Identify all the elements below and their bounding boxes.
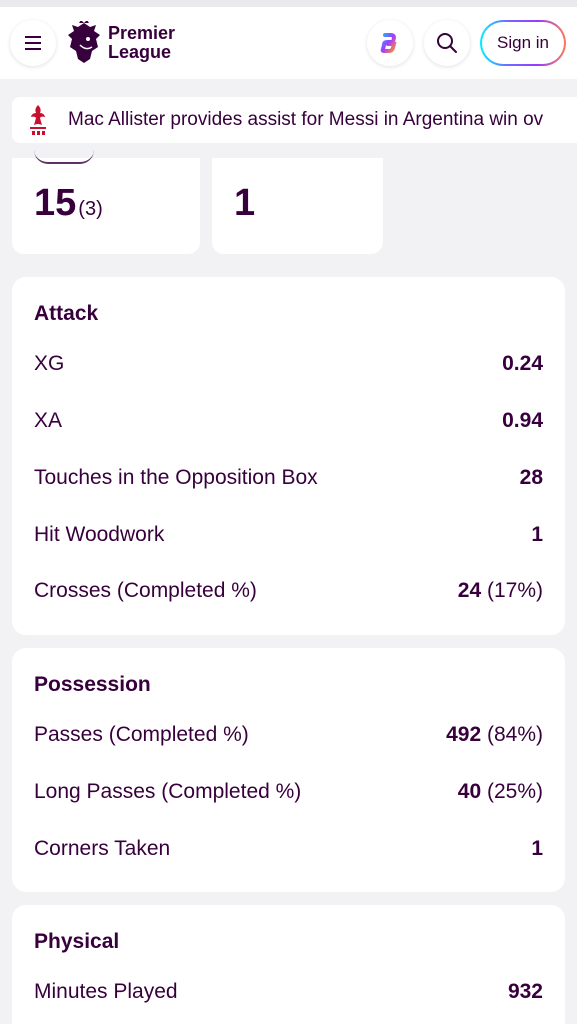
stat-row: Minutes Played 932 bbox=[34, 980, 543, 1004]
stat-label: XG bbox=[34, 352, 65, 375]
stat-row-value: 0.24 bbox=[502, 352, 543, 375]
site-header: Premier League Sign in bbox=[0, 7, 577, 79]
logo-line-2: League bbox=[108, 42, 172, 62]
stat-number: 15 bbox=[34, 182, 77, 224]
logo-text: Premier League bbox=[108, 24, 175, 62]
stat-cards-row: 15 (3) 1 bbox=[12, 158, 577, 254]
copilot-icon bbox=[380, 33, 397, 53]
stat-row-value: 40 (25%) bbox=[457, 780, 543, 803]
stat-label: Corners Taken bbox=[34, 837, 171, 860]
stat-card: 1 bbox=[212, 158, 383, 254]
stat-row: Passes (Completed %) 492 (84%) bbox=[34, 723, 543, 747]
section-title: Attack bbox=[34, 302, 99, 325]
stat-label: Touches in the Opposition Box bbox=[34, 466, 318, 489]
stat-row-value: 24 (17%) bbox=[457, 579, 543, 602]
section-title: Possession bbox=[34, 673, 151, 696]
search-icon bbox=[437, 33, 457, 53]
stat-row: Crosses (Completed %) 24 (17%) bbox=[34, 579, 543, 603]
sign-in-button[interactable]: Sign in bbox=[480, 20, 566, 66]
stat-row-value: 932 bbox=[507, 980, 543, 1003]
attack-section: Attack XG 0.24 XA 0.94 Touches in the Op… bbox=[12, 277, 565, 635]
stat-row-value: 492 (84%) bbox=[446, 723, 543, 746]
stat-row: Touches in the Opposition Box 28 bbox=[34, 466, 543, 490]
stat-row-value: 28 bbox=[519, 466, 543, 489]
stat-row: Corners Taken 1 bbox=[34, 837, 543, 861]
stat-row: Hit Woodwork 1 bbox=[34, 523, 543, 547]
stat-row: Long Passes (Completed %) 40 (25%) bbox=[34, 780, 543, 804]
stat-row-value: 1 bbox=[531, 837, 543, 860]
physical-section: Physical Minutes Played 932 bbox=[12, 905, 565, 1024]
menu-button[interactable] bbox=[10, 20, 56, 66]
copilot-button[interactable] bbox=[367, 20, 413, 66]
stat-label: XA bbox=[34, 409, 63, 432]
news-ticker[interactable]: Mac Allister provides assist for Messi i… bbox=[12, 97, 577, 143]
stat-row-value: 0.94 bbox=[502, 409, 543, 432]
stat-number: 1 bbox=[234, 182, 256, 224]
possession-section: Possession Passes (Completed %) 492 (84%… bbox=[12, 648, 565, 892]
top-strip bbox=[0, 0, 577, 7]
stat-value: 15 (3) bbox=[34, 182, 103, 225]
stat-row: XG 0.24 bbox=[34, 352, 543, 376]
stat-card: 15 (3) bbox=[12, 158, 200, 254]
lion-crest-icon bbox=[68, 21, 100, 63]
cut-off-label bbox=[34, 150, 94, 164]
stat-value: 1 bbox=[234, 182, 255, 225]
stat-label: Passes (Completed %) bbox=[34, 723, 249, 746]
search-button[interactable] bbox=[424, 20, 470, 66]
stat-label: Minutes Played bbox=[34, 980, 178, 1003]
stat-label: Long Passes (Completed %) bbox=[34, 780, 302, 803]
logo-line-1: Premier bbox=[108, 23, 176, 43]
premier-league-logo[interactable]: Premier League bbox=[66, 21, 175, 65]
stat-row-value: 1 bbox=[531, 523, 543, 546]
liverpool-crest-icon bbox=[30, 105, 46, 135]
stat-label: Hit Woodwork bbox=[34, 523, 165, 546]
hamburger-icon bbox=[25, 34, 41, 52]
ticker-headline[interactable]: Mac Allister provides assist for Messi i… bbox=[68, 109, 543, 131]
section-title: Physical bbox=[34, 930, 120, 953]
sign-in-label: Sign in bbox=[482, 22, 564, 64]
stat-row: XA 0.94 bbox=[34, 409, 543, 433]
stat-sub-value: (3) bbox=[78, 198, 103, 220]
stat-label: Crosses (Completed %) bbox=[34, 579, 257, 602]
